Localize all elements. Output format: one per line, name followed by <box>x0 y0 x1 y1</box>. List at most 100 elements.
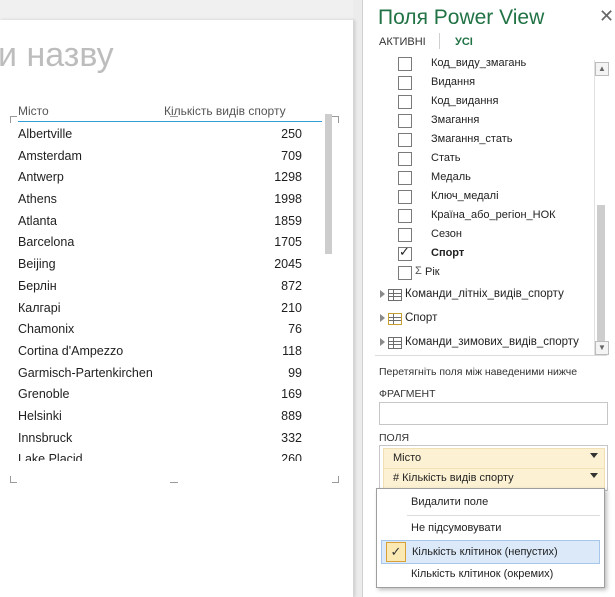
menu-item-count-distinct[interactable]: Кількість клітинок (окремих) <box>377 563 604 585</box>
resize-handle-bl[interactable] <box>10 476 17 483</box>
table-row[interactable]: Cortina d'Ampezzo 118 <box>18 342 302 364</box>
field-label: Змагання <box>431 114 480 126</box>
table-row[interactable]: Albertville 250 <box>18 125 302 147</box>
menu-item-count-not-blank[interactable]: ✓ Кількість клітинок (непустих) <box>381 540 600 564</box>
table-node[interactable]: Команди_зимових_видів_спорту <box>375 334 607 354</box>
cell-sport-count: 1859 <box>274 213 302 228</box>
field-item[interactable]: Видання <box>375 73 600 92</box>
field-list-scrollbar[interactable]: ▲ ▼ <box>594 60 609 355</box>
table-row[interactable]: Antwerp 1298 <box>18 168 302 190</box>
tab-active[interactable]: АКТИВНІ <box>379 36 426 48</box>
table-row[interactable]: Grenoble 169 <box>18 385 302 407</box>
chevron-down-icon[interactable] <box>590 453 598 458</box>
expand-icon[interactable] <box>380 338 385 346</box>
table-row[interactable]: Helsinki 889 <box>18 407 302 429</box>
table-node[interactable]: Спорт <box>375 310 607 330</box>
menu-item-do-not-summarize[interactable]: Не підсумовувати <box>377 517 604 539</box>
field-item[interactable]: Змагання <box>375 111 600 130</box>
field-checkbox[interactable] <box>398 95 412 109</box>
table-row[interactable]: Barcelona 1705 <box>18 233 302 255</box>
field-checkbox[interactable] <box>398 57 412 71</box>
check-icon: ✓ <box>399 244 410 259</box>
field-item[interactable]: Код_видання <box>375 92 600 111</box>
column-header-sport-count[interactable]: Кількість видів спорту <box>164 104 286 118</box>
field-checkbox[interactable] <box>398 152 412 166</box>
field-checkbox[interactable] <box>398 133 412 147</box>
title-placeholder[interactable]: и назву <box>0 36 114 75</box>
cell-sport-count: 210 <box>281 300 302 315</box>
expand-icon[interactable] <box>380 314 385 322</box>
cell-city: Lake Placid <box>18 452 83 461</box>
menu-item-remove-field[interactable]: Видалити поле <box>377 491 604 513</box>
table-row[interactable]: Athens 1998 <box>18 190 302 212</box>
field-checkbox[interactable] <box>398 76 412 90</box>
cell-city: Helsinki <box>18 408 62 423</box>
cell-sport-count: 872 <box>281 278 302 293</box>
field-well-sport-count[interactable]: # Кількість видів спорту <box>383 468 605 489</box>
field-checkbox[interactable] <box>398 171 412 185</box>
cell-sport-count: 99 <box>288 365 302 380</box>
check-icon: ✓ <box>386 542 406 562</box>
table-node[interactable]: Команди_літніх_видів_спорту <box>375 286 607 306</box>
cell-sport-count: 118 <box>282 343 302 358</box>
table-row[interactable]: Garmisch-Partenkirchen 99 <box>18 364 302 386</box>
field-checkbox[interactable] <box>398 228 412 242</box>
field-item[interactable]: Змагання_стать <box>375 130 600 149</box>
table-row[interactable]: Amsterdam 709 <box>18 147 302 169</box>
cell-sport-count: 250 <box>281 127 302 141</box>
expand-icon[interactable] <box>380 290 385 298</box>
column-header-city[interactable]: Місто <box>18 104 49 118</box>
table-row[interactable]: Берлін 872 <box>18 277 302 299</box>
tab-all[interactable]: УСІ <box>455 36 473 48</box>
fields-drop-zone[interactable]: Місто # Кількість видів спорту <box>379 445 608 491</box>
table-row[interactable]: Atlanta 1859 <box>18 212 302 234</box>
field-item[interactable]: Стать <box>375 149 600 168</box>
field-checkbox[interactable]: ✓ <box>398 244 412 261</box>
resize-handle-bottom[interactable] <box>170 482 178 483</box>
cell-sport-count: 1998 <box>274 192 302 207</box>
field-well-city[interactable]: Місто <box>383 448 605 469</box>
field-checkbox[interactable] <box>398 209 412 223</box>
menu-item-label: Видалити поле <box>411 496 489 508</box>
field-checkbox[interactable] <box>398 114 412 128</box>
report-canvas: и назву Місто Кількість видів спорту Alb… <box>0 0 354 597</box>
table-row[interactable]: Innsbruck 332 <box>18 429 302 451</box>
table-row[interactable]: Калгарі 210 <box>18 299 302 321</box>
resize-handle-tl[interactable] <box>10 116 17 123</box>
field-item[interactable]: ✓ Спорт <box>375 244 600 263</box>
field-item[interactable]: Ключ_медалі <box>375 187 600 206</box>
table-header: Місто Кількість видів спорту <box>18 101 322 122</box>
chevron-down-icon[interactable] <box>590 473 598 478</box>
table-row[interactable]: Beijing 2045 <box>18 255 302 277</box>
close-icon[interactable]: ✕ <box>599 6 614 27</box>
field-list: Код_виду_змагань Видання Код_видання Змаган… <box>375 52 607 356</box>
cell-city: Калгарі <box>18 300 61 315</box>
table-linked-icon <box>388 313 402 325</box>
table-row[interactable]: Chamonix 76 <box>18 320 302 342</box>
field-item[interactable]: Σ Рік <box>375 263 600 282</box>
cell-sport-count: 332 <box>281 430 302 445</box>
resize-handle-br[interactable] <box>332 476 339 483</box>
field-checkbox[interactable] <box>398 266 412 280</box>
scroll-up-icon[interactable]: ▲ <box>595 62 609 76</box>
cell-city: Grenoble <box>18 387 70 402</box>
cell-city: Antwerp <box>18 170 64 185</box>
field-item[interactable]: Сезон <box>375 225 600 244</box>
fragment-drop-zone[interactable] <box>379 402 608 425</box>
scroll-down-icon[interactable]: ▼ <box>595 341 609 355</box>
field-item[interactable]: Країна_або_регіон_НОК <box>375 206 600 225</box>
resize-handle-tr[interactable] <box>332 116 339 123</box>
table-scrollbar-thumb[interactable] <box>325 114 332 254</box>
scrollbar-thumb[interactable] <box>597 205 605 345</box>
field-label: Ключ_медалі <box>431 190 499 202</box>
cell-sport-count: 1298 <box>274 170 302 185</box>
cell-city: Athens <box>18 192 57 207</box>
table-row[interactable]: Lake Placid 260 <box>18 450 302 461</box>
cell-sport-count: 169 <box>281 387 302 402</box>
cell-city: Cortina d'Ampezzo <box>18 343 124 358</box>
field-item[interactable]: Медаль <box>375 168 600 187</box>
field-item[interactable]: Код_виду_змагань <box>375 54 600 73</box>
cell-sport-count: 889 <box>281 408 302 423</box>
fragment-label: ФРАГМЕНТ <box>379 388 436 400</box>
field-checkbox[interactable] <box>398 190 412 204</box>
